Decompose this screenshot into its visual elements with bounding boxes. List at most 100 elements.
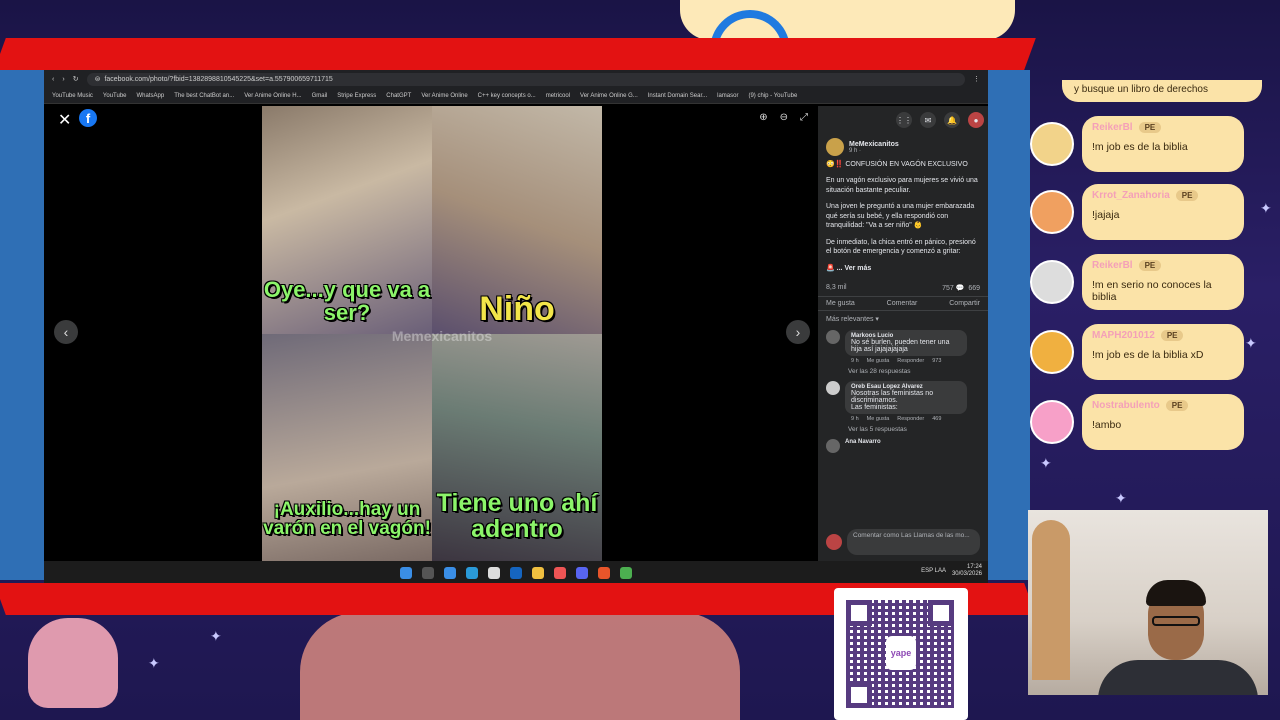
- explorer-icon[interactable]: [532, 567, 544, 579]
- zoom-in-icon[interactable]: ⊕: [759, 112, 767, 123]
- bookmarks-bar: YouTube Music YouTube WhatsApp The best …: [44, 88, 988, 104]
- comment-button[interactable]: Comentar: [887, 300, 918, 307]
- bookmark-item[interactable]: (9) chip - YouTube: [748, 93, 797, 99]
- bookmark-item[interactable]: Gmail: [312, 93, 328, 99]
- site-info-icon[interactable]: ⊜: [95, 75, 101, 83]
- extensions-icon[interactable]: ⋮: [973, 75, 980, 83]
- chat-bubble: Krrot_Zanahoria PE !jajaja: [1082, 184, 1244, 240]
- chat-username: ReikerBl: [1092, 260, 1133, 271]
- chat-message: ReikerBl PE !m en serio no conoces la bib…: [1030, 254, 1270, 312]
- comment-like-button[interactable]: Me gusta: [867, 416, 890, 422]
- comment-text: Nosotras las feministas no discriminamos…: [851, 389, 934, 404]
- search-icon[interactable]: [422, 567, 434, 579]
- chat-badge: PE: [1138, 260, 1162, 271]
- brave-icon[interactable]: [598, 567, 610, 579]
- start-icon[interactable]: [400, 567, 412, 579]
- bookmark-item[interactable]: YouTube Music: [52, 93, 93, 99]
- post-header: MeMexicanitos 9 h ·: [818, 134, 988, 160]
- close-icon[interactable]: ✕: [58, 110, 71, 130]
- page-avatar[interactable]: [826, 138, 844, 156]
- comment-time[interactable]: 9 h: [851, 416, 859, 422]
- bookmark-item[interactable]: WhatsApp: [137, 93, 165, 99]
- comments-count[interactable]: 757: [942, 285, 954, 292]
- overlay-blue-left: [0, 70, 44, 580]
- notifications-icon[interactable]: 🔔: [944, 112, 960, 128]
- bookmark-item[interactable]: C++ key concepts o...: [478, 93, 536, 99]
- shares-count[interactable]: 669: [968, 285, 980, 292]
- like-button[interactable]: Me gusta: [826, 300, 855, 307]
- comment-reaction-count: 469: [932, 415, 942, 422]
- commenter-avatar[interactable]: [826, 380, 840, 395]
- chat-message: ReikerBl PE !m job es de la biblia: [1030, 116, 1270, 174]
- forward-icon[interactable]: ›: [62, 76, 64, 83]
- app-icon[interactable]: [620, 567, 632, 579]
- bookmark-item[interactable]: ChatGPT: [386, 93, 411, 99]
- post-time[interactable]: 9 h ·: [849, 148, 899, 154]
- chat-badge: PE: [1175, 190, 1199, 201]
- post-author[interactable]: MeMexicanitos: [849, 141, 899, 148]
- chat-text: !jajaja: [1092, 209, 1120, 221]
- bookmark-item[interactable]: YouTube: [103, 93, 127, 99]
- comment-reply-button[interactable]: Responder: [897, 416, 924, 422]
- comment-filter[interactable]: Más relevantes ▾: [818, 311, 988, 327]
- messenger-icon[interactable]: ✉: [920, 112, 936, 128]
- share-button[interactable]: Compartir: [949, 300, 980, 307]
- zoom-out-icon[interactable]: ⊖: [780, 112, 788, 123]
- comment-time[interactable]: 9 h: [851, 358, 859, 364]
- webcam-feed: [1028, 510, 1268, 695]
- reload-icon[interactable]: ↻: [73, 75, 79, 83]
- comment-reply-button[interactable]: Responder: [897, 358, 924, 364]
- commenter-avatar[interactable]: [826, 438, 840, 453]
- post-paragraph: De inmediato, la chica entró en pánico, …: [826, 238, 976, 256]
- chat-avatar: [1030, 122, 1074, 166]
- language-indicator[interactable]: ESP LAA: [921, 568, 946, 574]
- fullscreen-icon[interactable]: ⤢: [800, 112, 808, 123]
- clock[interactable]: 17:24 30/03/2026: [952, 564, 982, 578]
- commenter-name[interactable]: Ana Navarro: [845, 439, 881, 453]
- comment-input[interactable]: Comentar como Las Llamas de las mo...: [847, 529, 980, 555]
- comment: Ana Navarro: [818, 436, 988, 456]
- bookmark-item[interactable]: Instant Domain Sear...: [648, 93, 707, 99]
- bookmark-item[interactable]: The best ChatBot an...: [174, 93, 234, 99]
- comment-composer: Comentar como Las Llamas de las mo...: [826, 529, 980, 555]
- reaction-count[interactable]: 8,3 mil: [826, 284, 847, 292]
- bookmark-item[interactable]: metricool: [546, 93, 570, 99]
- chat-bubble: Nostrabulento PE !ambo: [1082, 394, 1244, 450]
- discord-icon[interactable]: [576, 567, 588, 579]
- view-replies-link[interactable]: Ver las 28 respuestas: [818, 367, 988, 378]
- edge-icon[interactable]: [466, 567, 478, 579]
- next-photo-button[interactable]: ›: [786, 320, 810, 344]
- chat-text: !m job es de la biblia xD: [1092, 349, 1204, 361]
- chat-badge: PE: [1160, 330, 1184, 341]
- comment-meta: 9 h Me gusta Responder 469: [845, 414, 967, 422]
- bookmark-item[interactable]: Ver Anime Online H...: [244, 93, 301, 99]
- comment-text: No sé burlen, pueden tener una hija así …: [851, 338, 950, 353]
- bookmark-item[interactable]: lamasor: [717, 93, 738, 99]
- clock-date: 30/03/2026: [951, 571, 982, 578]
- see-more-link[interactable]: 🚨 ... Ver más: [826, 264, 980, 273]
- app-icon[interactable]: [444, 567, 456, 579]
- facebook-logo-icon[interactable]: f: [79, 109, 97, 127]
- app-icon[interactable]: [554, 567, 566, 579]
- bookmark-item[interactable]: Ver Anime Online: [421, 93, 467, 99]
- profile-avatar[interactable]: ●: [968, 112, 984, 128]
- file-icon[interactable]: [488, 567, 500, 579]
- chevron-left-icon: ‹: [63, 324, 69, 340]
- qr-corner: [846, 600, 872, 626]
- address-bar[interactable]: ⊜ facebook.com/photo/?fbid=1382898810545…: [86, 72, 965, 86]
- bookmark-item[interactable]: Stripe Express: [337, 93, 376, 99]
- commenter-avatar[interactable]: [826, 329, 840, 344]
- menu-grid-icon[interactable]: ⋮⋮: [896, 112, 912, 128]
- chat-message: MAPH201012 PE !m job es de la biblia xD: [1030, 324, 1270, 382]
- windows-taskbar: ESP LAA 17:24 30/03/2026: [44, 561, 988, 585]
- back-icon[interactable]: ‹: [52, 76, 54, 83]
- comment: Oreb Esau Lopez Alvarez Nosotras las fem…: [818, 378, 988, 425]
- bookmark-item[interactable]: Ver Anime Online G...: [580, 93, 638, 99]
- meme-caption: Tiene uno ahí adentro: [436, 488, 598, 543]
- vscode-icon[interactable]: [510, 567, 522, 579]
- previous-photo-button[interactable]: ‹: [54, 320, 78, 344]
- view-replies-link[interactable]: Ver las 5 respuestas: [818, 425, 988, 436]
- chat-avatar: [1030, 330, 1074, 374]
- comment: Markoos Lucio No sé burlen, pueden tener…: [818, 327, 988, 367]
- comment-like-button[interactable]: Me gusta: [867, 358, 890, 364]
